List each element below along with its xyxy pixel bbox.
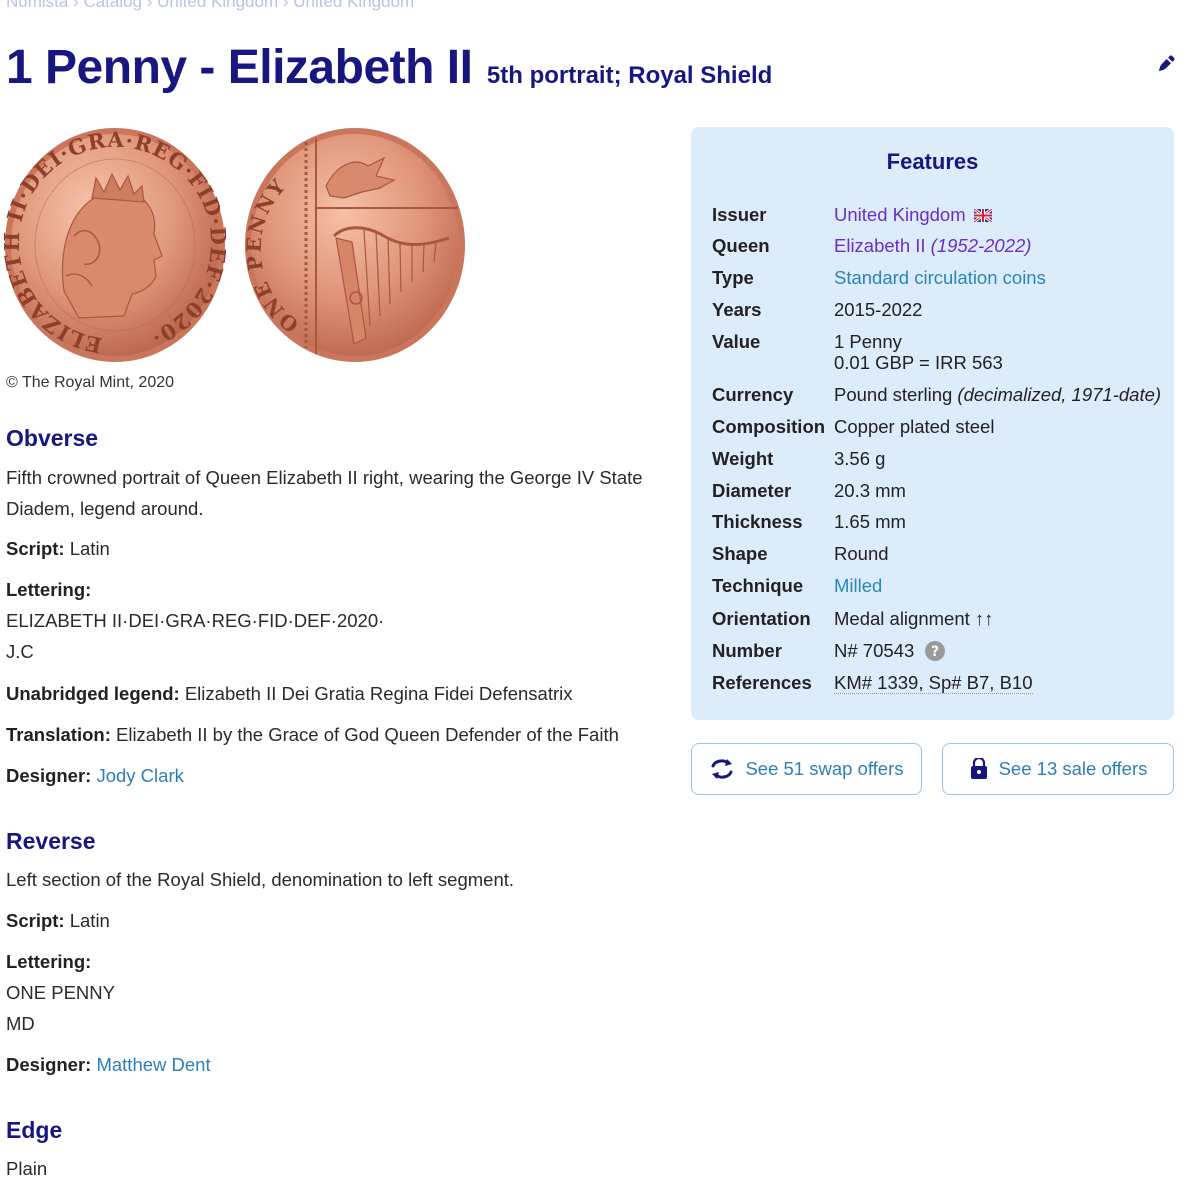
translation-text: Elizabeth II by the Grace of God Queen D… bbox=[116, 724, 619, 745]
reverse-lettering-line2: MD bbox=[6, 1013, 35, 1034]
coin-obverse-image[interactable]: ELIZABETH II·DEI·GRA·REG·FID·DEF·2020· bbox=[4, 126, 226, 364]
svg-text:?: ? bbox=[931, 644, 939, 660]
unabridged-label: Unabridged legend: bbox=[6, 683, 180, 704]
obverse-designer-link[interactable]: Jody Clark bbox=[96, 765, 183, 786]
orientation-value: Medal alignment ↑↑ bbox=[834, 608, 994, 629]
queen-label: Queen bbox=[712, 235, 770, 256]
reverse-description: Left section of the Royal Shield, denomi… bbox=[6, 869, 515, 890]
composition-value: Copper plated steel bbox=[834, 416, 995, 437]
references-value[interactable]: KM# 1339, Sp# B7, B10 bbox=[834, 672, 1033, 694]
obverse-script-label: Script: bbox=[6, 538, 65, 559]
value-label: Value bbox=[712, 331, 761, 352]
swap-offers-label: See 51 swap offers bbox=[745, 758, 904, 779]
value-line1: 1 Penny bbox=[834, 331, 902, 352]
reverse-title: Reverse bbox=[6, 828, 96, 854]
number-value: N# 70543 bbox=[834, 640, 915, 661]
issuer-label: Issuer bbox=[712, 204, 767, 225]
obverse-description: Fifth crowned portrait of Queen Elizabet… bbox=[6, 467, 643, 519]
edge-value: Plain bbox=[6, 1158, 48, 1179]
unabridged-legend: Elizabeth II Dei Gratia Regina Fidei Def… bbox=[184, 683, 573, 704]
obverse-unabridged-row: Unabridged legend: Elizabeth II Dei Grat… bbox=[6, 678, 666, 709]
shape-label: Shape bbox=[712, 543, 768, 564]
queen-period: (1952-2022) bbox=[930, 235, 1032, 256]
breadcrumb[interactable]: Numista › Catalog › United Kingdom › Uni… bbox=[6, 0, 414, 12]
reverse-designer-label: Designer: bbox=[6, 1054, 92, 1075]
currency-value[interactable]: Pound sterling bbox=[834, 384, 952, 405]
diameter-label: Diameter bbox=[712, 480, 792, 501]
obverse-designer-row: Designer: Jody Clark bbox=[6, 760, 666, 791]
thickness-label: Thickness bbox=[712, 511, 803, 532]
currency-label: Currency bbox=[712, 384, 794, 405]
features-heading: Features bbox=[886, 149, 979, 174]
obverse-title: Obverse bbox=[6, 425, 99, 451]
queen-link[interactable]: Elizabeth II bbox=[834, 235, 926, 256]
obverse-lettering-line2: J.C bbox=[6, 641, 34, 662]
number-label: Number bbox=[712, 640, 782, 661]
orientation-label: Orientation bbox=[712, 608, 811, 629]
reverse-designer-row: Designer: Matthew Dent bbox=[6, 1049, 666, 1080]
coin-reverse-image[interactable]: ONE PENNY bbox=[244, 126, 466, 364]
years-value: 2015-2022 bbox=[834, 299, 923, 320]
currency-note: (decimalized, 1971-date) bbox=[957, 384, 1162, 405]
weight-label: Weight bbox=[712, 448, 774, 469]
obverse-lettering-line1: ELIZABETH II·DEI·GRA·REG·FID·DEF·2020· bbox=[6, 610, 385, 631]
reverse-lettering-line1: ONE PENNY bbox=[6, 982, 115, 1003]
obverse-translation-row: Translation: Elizabeth II by the Grace o… bbox=[6, 719, 666, 750]
translation-label: Translation: bbox=[6, 724, 111, 745]
title-main: 1 Penny - Elizabeth II bbox=[6, 41, 473, 94]
composition-label: Composition bbox=[712, 416, 826, 437]
help-icon[interactable]: ? bbox=[925, 641, 946, 661]
page-title: 1 Penny - Elizabeth II 5th portrait; Roy… bbox=[6, 40, 772, 95]
swap-icon bbox=[711, 759, 733, 779]
edge-title: Edge bbox=[6, 1117, 63, 1143]
shape-value: Round bbox=[834, 543, 889, 564]
references-label: References bbox=[712, 672, 812, 693]
obverse-lettering-label: Lettering: bbox=[6, 579, 92, 600]
type-label: Type bbox=[712, 267, 754, 288]
sale-offers-label: See 13 sale offers bbox=[998, 758, 1148, 779]
reverse-lettering-label: Lettering: bbox=[6, 951, 92, 972]
value-line2: 0.01 GBP = IRR 563 bbox=[834, 352, 1003, 373]
technique-link[interactable]: Milled bbox=[834, 575, 882, 596]
diameter-value: 20.3 mm bbox=[834, 480, 906, 501]
features-panel: Features Issuer United Kingdom Queen Eli… bbox=[691, 127, 1174, 720]
reverse-script-row: Script: Latin bbox=[6, 905, 666, 936]
image-copyright: © The Royal Mint, 2020 bbox=[6, 374, 175, 391]
shopping-bag-icon bbox=[970, 758, 987, 779]
reverse-script-label: Script: bbox=[6, 910, 65, 931]
reverse-designer-link[interactable]: Matthew Dent bbox=[96, 1054, 210, 1075]
edit-pen-icon[interactable] bbox=[1154, 52, 1178, 76]
sale-offers-button[interactable]: See 13 sale offers bbox=[942, 743, 1174, 795]
title-subtitle: 5th portrait; Royal Shield bbox=[486, 62, 773, 89]
years-label: Years bbox=[712, 299, 762, 320]
obverse-script: Latin bbox=[69, 538, 110, 559]
thickness-value: 1.65 mm bbox=[834, 511, 906, 532]
obverse-script-row: Script: Latin bbox=[6, 533, 666, 564]
technique-label: Technique bbox=[712, 575, 804, 596]
type-link[interactable]: Standard circulation coins bbox=[834, 267, 1046, 288]
swap-offers-button[interactable]: See 51 swap offers bbox=[691, 743, 922, 795]
reverse-script: Latin bbox=[69, 910, 110, 931]
weight-value: 3.56 g bbox=[834, 448, 886, 469]
obverse-designer-label: Designer: bbox=[6, 765, 92, 786]
uk-flag-icon bbox=[972, 207, 993, 224]
issuer-link[interactable]: United Kingdom bbox=[834, 204, 966, 225]
